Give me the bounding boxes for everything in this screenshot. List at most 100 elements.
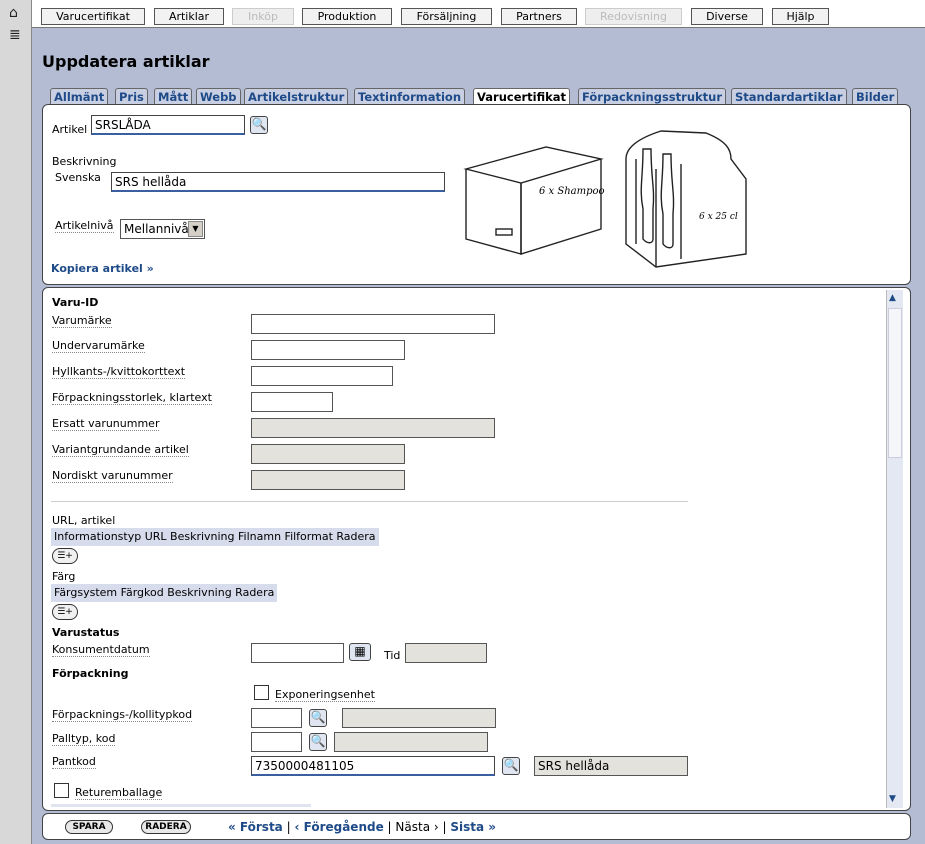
variantgrundande-label: Variantgrundande artikel [52,443,189,457]
add-row-icon: ☰+ [57,607,73,617]
tab-forpackningsstruktur[interactable]: Förpackningsstruktur [578,88,727,104]
konsumentdatum-input[interactable] [251,643,344,663]
exponeringsenhet-checkbox[interactable] [254,685,269,700]
home-icon[interactable]: ⌂ [9,6,18,20]
artikel-search-button[interactable]: 🔍 [250,116,268,134]
tab-textinformation[interactable]: Textinformation [354,88,466,104]
kollitypkod-label: Förpacknings-/kollitypkod [52,708,193,722]
tab-allmant[interactable]: Allmänt [50,88,109,104]
scroll-down-icon[interactable]: ▼ [889,794,896,804]
scroll-thumb[interactable] [888,308,902,458]
tab-matt[interactable]: Mått [154,88,193,104]
url-grid-header: Informationstyp URL Beskrivning Filnamn … [51,528,379,546]
packaging-illustration: 6 x Shampoo 6 x 25 cl [463,130,747,268]
nordiskt-varunummer-input[interactable] [251,470,405,490]
varumarke-input[interactable] [251,314,495,334]
palltyp-search-button[interactable]: 🔍 [309,733,327,751]
first-link[interactable]: « Första [228,820,283,834]
forpackningsstorlek-label: Förpackningsstorlek, klartext [52,391,212,405]
tab-bilder[interactable]: Bilder [852,88,899,104]
add-row-icon: ☰+ [57,551,73,561]
url-label: URL, artikel [52,514,116,527]
tab-webb[interactable]: Webb [196,88,241,104]
hyllkant-input[interactable] [251,366,393,386]
artikel-input[interactable]: SRSLÅDA [91,115,245,135]
add-url-button[interactable]: ☰+ [52,548,78,564]
form-scrollbar[interactable]: ▲ ▼ [886,290,903,808]
hyllkant-label: Hyllkants-/kvittokorttext [52,365,186,379]
pantkod-label: Pantkod [52,755,96,769]
undervarumarke-input[interactable] [251,340,405,360]
nav-diverse[interactable]: Diverse [691,8,763,25]
artikel-label: Artikel [52,123,88,136]
previous-link[interactable]: ‹ Föregående [294,820,383,834]
returemballage-label: Returemballage [75,786,163,800]
search-icon: 🔍 [310,710,326,724]
calendar-icon: ▦ [354,644,366,658]
tab-standardartiklar[interactable]: Standardartiklar [731,88,847,104]
box-label: 6 x Shampoo [539,186,605,197]
nav-inkop: Inköp [232,8,294,25]
palltyp-input[interactable] [251,732,302,752]
divider [51,501,688,502]
pantkod-description: SRS hellåda [534,756,688,776]
save-button[interactable]: SPARA [65,820,113,834]
separator: | [286,820,291,834]
list-icon[interactable]: ≣ [9,28,21,42]
search-icon: 🔍 [310,734,326,748]
tab-varucertifikat[interactable]: Varucertifikat [473,88,571,105]
nav-forsaljning[interactable]: Försäljning [401,8,492,25]
beskrivning-label: Beskrivning [52,155,117,168]
top-navigation: Varucertifikat Artiklar Inköp Produktion… [32,0,925,28]
artikelniva-value: Mellannivå [124,222,189,236]
tab-pris[interactable]: Pris [115,88,148,104]
nav-artiklar[interactable]: Artiklar [154,8,224,25]
left-toolbar: ⌂ ≣ [0,0,32,844]
nav-hjalp[interactable]: Hjälp [772,8,829,25]
konsumentdatum-label: Konsumentdatum [52,643,150,657]
calendar-button[interactable]: ▦ [349,643,371,661]
tid-input[interactable] [405,643,487,663]
add-farg-button[interactable]: ☰+ [52,604,78,620]
kollitypkod-input[interactable] [251,708,302,728]
returemballage-checkbox[interactable] [54,783,69,798]
varumarke-label: Varumärke [52,314,112,328]
ersatt-varunummer-label: Ersatt varunummer [52,417,160,431]
nav-redovisning: Redovisning [585,8,682,25]
search-icon: 🔍 [251,117,267,131]
nordiskt-varunummer-label: Nordiskt varunummer [52,469,173,483]
artikelniva-label: Artikelnivå [55,219,114,233]
forpackning-heading: Förpackning [52,667,129,680]
nav-varucertifikat[interactable]: Varucertifikat [41,8,145,25]
page-title: Uppdatera artiklar [42,52,210,71]
svenska-label: Svenska [55,171,101,184]
nav-partners[interactable]: Partners [501,8,577,25]
svenska-input[interactable]: SRS hellåda [111,172,445,192]
varustatus-heading: Varustatus [52,626,120,639]
pantkod-search-button[interactable]: 🔍 [502,757,520,775]
delete-button[interactable]: RADERA [141,820,191,834]
varu-id-heading: Varu-ID [52,296,99,309]
undervarumarke-label: Undervarumärke [52,339,145,353]
kollitypkod-description [342,708,496,728]
ersatt-varunummer-input[interactable] [251,418,495,438]
article-header-panel: Artikel SRSLÅDA 🔍 Beskrivning Svenska SR… [42,104,911,285]
artikelniva-select[interactable]: Mellannivå ▼ [120,219,205,239]
kopiera-artikel-link[interactable]: Kopiera artikel » [51,262,154,275]
tid-label: Tid [384,649,401,662]
kollitypkod-search-button[interactable]: 🔍 [309,709,327,727]
separator: | [387,820,392,834]
exponeringsenhet-label: Exponeringsenhet [275,688,375,702]
bottle-label: 6 x 25 cl [699,212,738,222]
forpackningsstorlek-input[interactable] [251,392,333,412]
variantgrundande-input[interactable] [251,444,405,464]
scroll-up-icon[interactable]: ▲ [889,293,896,303]
pantkod-input[interactable]: 7350000481105 [251,756,495,776]
form-panel: Varu-ID Varumärke Undervarumärke Hyllkan… [42,287,911,811]
last-link[interactable]: Sista » [450,820,496,834]
nav-produktion[interactable]: Produktion [302,8,392,25]
chevron-down-icon: ▼ [188,221,203,237]
tab-artikelstruktur[interactable]: Artikelstruktur [244,88,349,104]
partial-divider [51,804,311,807]
palltyp-description [334,732,488,752]
